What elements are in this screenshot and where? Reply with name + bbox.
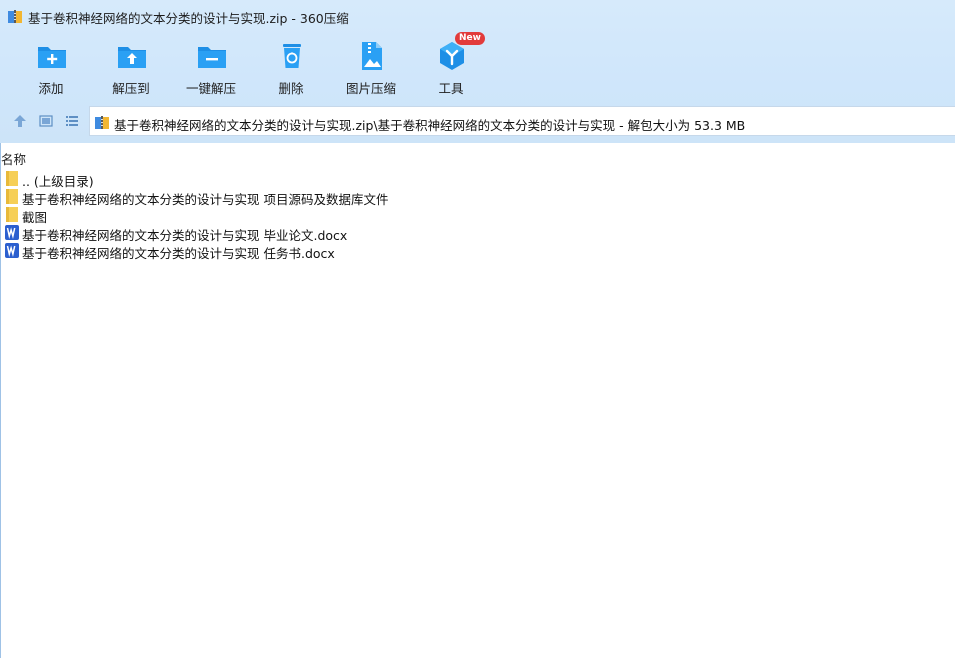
image-compress-button[interactable]: 图片压缩 xyxy=(331,32,411,98)
add-label: 添加 xyxy=(38,81,64,96)
folder-minus-icon xyxy=(198,47,226,68)
folder-icon xyxy=(6,171,18,186)
list-item[interactable]: .. (上级目录) xyxy=(3,169,563,189)
thumbnail-view-icon[interactable] xyxy=(38,113,54,129)
extract-to-button[interactable]: 解压到 xyxy=(91,32,171,98)
folder-upload-icon xyxy=(118,47,146,68)
recycle-bin-icon xyxy=(283,44,301,68)
list-item[interactable]: 基于卷积神经网络的文本分类的设计与实现 毕业论文.docx xyxy=(3,223,563,243)
list-item-name: 基于卷积神经网络的文本分类的设计与实现 任务书.docx xyxy=(22,246,335,261)
folder-icon xyxy=(6,189,18,204)
folder-plus-icon xyxy=(38,47,66,68)
navigation-bar: 基于卷积神经网络的文本分类的设计与实现.zip\基于卷积神经网络的文本分类的设计… xyxy=(0,106,955,136)
image-compress-label: 图片压缩 xyxy=(345,81,396,96)
arrow-up-icon[interactable] xyxy=(12,113,28,129)
word-document-icon xyxy=(5,225,19,240)
top-area: 基于卷积神经网络的文本分类的设计与实现.zip - 360压缩 添加 解压到 一… xyxy=(0,0,955,143)
tools-label: 工具 xyxy=(438,81,464,96)
folder-icon xyxy=(6,207,18,222)
image-compress-icon xyxy=(362,42,382,70)
file-list: 名称 .. (上级目录) 基于卷积神经网络的文本分类的设计与实现 项目源码及数据… xyxy=(0,143,955,658)
delete-label: 删除 xyxy=(278,81,304,96)
word-document-icon xyxy=(5,243,19,258)
title-bar: 基于卷积神经网络的文本分类的设计与实现.zip - 360压缩 xyxy=(0,0,955,32)
address-bar[interactable]: 基于卷积神经网络的文本分类的设计与实现.zip\基于卷积神经网络的文本分类的设计… xyxy=(89,106,955,136)
add-button[interactable]: 添加 xyxy=(11,32,91,98)
list-view-icon[interactable] xyxy=(64,113,80,129)
one-click-extract-button[interactable]: 一键解压 xyxy=(171,32,251,98)
window-title: 基于卷积神经网络的文本分类的设计与实现.zip - 360压缩 xyxy=(28,11,349,26)
tools-button[interactable]: New 工具 xyxy=(411,32,491,98)
list-item[interactable]: 截图 xyxy=(3,205,563,225)
toolbar: 添加 解压到 一键解压 删除 图片压缩 New 工具 xyxy=(0,32,955,100)
zip-archive-icon xyxy=(95,116,109,129)
new-badge: New xyxy=(455,32,485,45)
address-path: 基于卷积神经网络的文本分类的设计与实现.zip\基于卷积神经网络的文本分类的设计… xyxy=(114,118,746,133)
one-click-extract-label: 一键解压 xyxy=(185,81,236,96)
list-item[interactable]: 基于卷积神经网络的文本分类的设计与实现 任务书.docx xyxy=(3,241,563,261)
extract-to-label: 解压到 xyxy=(112,81,150,96)
list-item[interactable]: 基于卷积神经网络的文本分类的设计与实现 项目源码及数据库文件 xyxy=(3,187,563,207)
zip-archive-icon xyxy=(8,10,22,23)
delete-button[interactable]: 删除 xyxy=(251,32,331,98)
column-header-name[interactable]: 名称 xyxy=(1,149,26,168)
